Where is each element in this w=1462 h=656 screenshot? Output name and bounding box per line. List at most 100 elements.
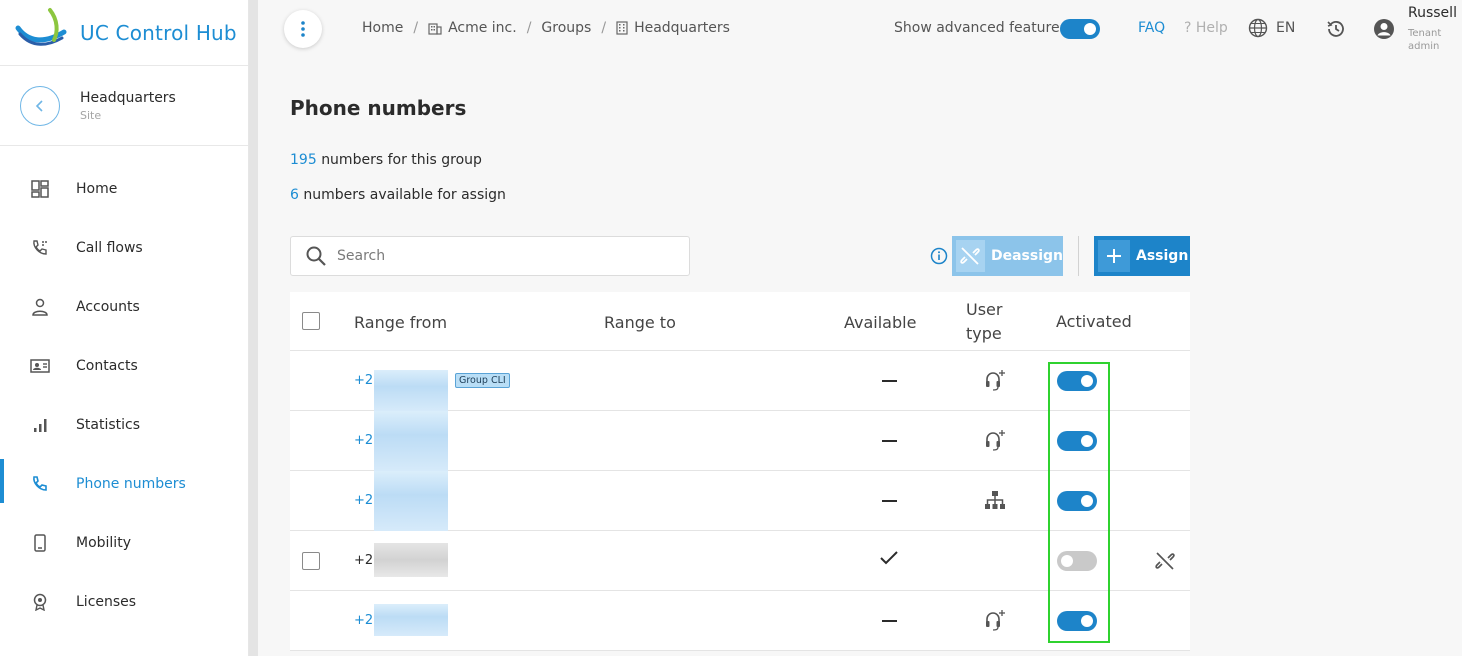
history-button[interactable] (1325, 18, 1347, 44)
breadcrumb-separator: / (526, 20, 532, 36)
toolbar-divider (1078, 236, 1079, 276)
group-count-value: 195 (290, 152, 317, 168)
assign-button[interactable]: Assign (1094, 236, 1190, 276)
app-logo-icon (15, 7, 67, 46)
column-range-to[interactable]: Range to (604, 313, 676, 332)
activated-toggle[interactable] (1057, 611, 1097, 631)
dashboard-icon (30, 179, 50, 199)
breadcrumb-home[interactable]: Home (362, 20, 403, 36)
breadcrumb-site[interactable]: Headquarters (616, 20, 730, 36)
sidebar-item-home[interactable]: Home (0, 159, 249, 218)
row-checkbox[interactable] (302, 552, 320, 570)
table-row: +27 (290, 591, 1190, 651)
user-name: Russell N (1408, 5, 1462, 21)
redacted-number (374, 543, 448, 577)
column-user-type[interactable]: User (966, 300, 1002, 319)
sidebar-item-label: Contacts (76, 357, 138, 374)
more-menu-button[interactable] (284, 10, 322, 48)
table-row: +27 Group CLI (290, 351, 1190, 411)
page-title: Phone numbers (290, 96, 467, 120)
org-hierarchy-icon (984, 490, 1006, 514)
sidebar-item-label: Licenses (76, 593, 137, 610)
breadcrumb-tenant-label: Acme inc. (448, 20, 517, 36)
sidebar: UC Control Hub Headquarters Site Home Ca… (0, 0, 249, 656)
available-check-icon (879, 550, 899, 570)
info-icon (930, 247, 948, 265)
breadcrumb-groups[interactable]: Groups (541, 20, 591, 36)
user-role-line: admin (1408, 41, 1440, 52)
activated-toggle[interactable] (1057, 551, 1097, 571)
breadcrumb-separator: / (413, 20, 419, 36)
table-row: +27 (290, 471, 1190, 531)
sidebar-item-accounts[interactable]: Accounts (0, 277, 249, 336)
activated-toggle[interactable] (1057, 431, 1097, 451)
headset-add-icon (984, 428, 1006, 456)
user-menu-button[interactable] (1373, 18, 1395, 44)
not-available-dash (882, 380, 897, 382)
user-role-line: Tenant (1408, 28, 1442, 39)
brand[interactable]: UC Control Hub (0, 0, 248, 66)
deassign-button[interactable]: Deassign (952, 236, 1063, 276)
group-count-text: numbers for this group (321, 152, 482, 168)
advanced-features-toggle[interactable] (1060, 19, 1100, 39)
sidebar-item-contacts[interactable]: Contacts (0, 336, 249, 395)
mobile-icon (30, 533, 50, 553)
site-subtitle: Site (80, 108, 102, 122)
info-button[interactable] (930, 247, 948, 269)
history-icon (1327, 21, 1344, 37)
unlink-icon (956, 240, 985, 272)
not-available-dash (882, 440, 897, 442)
sidebar-item-phone-numbers[interactable]: Phone numbers (0, 454, 249, 513)
unlink-icon[interactable] (1154, 550, 1176, 576)
language-selector[interactable]: EN (1248, 18, 1295, 38)
group-count-stat: 195 numbers for this group (290, 152, 482, 168)
column-activated[interactable]: Activated (1056, 312, 1132, 331)
available-count-stat: 6 numbers available for assign (290, 187, 506, 203)
sidebar-item-label: Mobility (76, 534, 131, 551)
column-range-from[interactable]: Range from (354, 313, 447, 332)
available-count-value: 6 (290, 187, 299, 203)
sidebar-item-label: Accounts (76, 298, 140, 315)
breadcrumb-site-label: Headquarters (634, 20, 730, 36)
help-link[interactable]: ? Help (1184, 20, 1228, 36)
breadcrumb-tenant[interactable]: Acme inc. (428, 20, 517, 36)
globe-icon (1248, 18, 1268, 38)
select-all-checkbox[interactable] (302, 312, 320, 330)
account-circle-icon (1374, 19, 1394, 39)
redacted-number (374, 471, 448, 531)
sidebar-nav: Home Call flows Accounts Contacts Statis… (0, 159, 249, 631)
search-input[interactable] (337, 248, 637, 264)
headset-add-icon (984, 368, 1006, 396)
sidebar-divider (249, 0, 258, 656)
deassign-label: Deassign (990, 248, 1063, 264)
sidebar-item-call-flows[interactable]: Call flows (0, 218, 249, 277)
sidebar-item-mobility[interactable]: Mobility (0, 513, 249, 572)
sidebar-item-label: Statistics (76, 416, 140, 433)
table-row: +27 (290, 411, 1190, 471)
phone-icon (30, 474, 50, 494)
group-cli-badge: Group CLI (455, 373, 510, 388)
plus-icon (1098, 240, 1130, 272)
column-user-type-line2: type (966, 324, 1002, 343)
faq-link[interactable]: FAQ (1138, 20, 1165, 36)
activated-toggle[interactable] (1057, 491, 1097, 511)
badge-icon (30, 592, 50, 612)
sidebar-item-licenses[interactable]: Licenses (0, 572, 249, 631)
call-flow-icon (30, 238, 50, 258)
not-available-dash (882, 620, 897, 622)
activated-toggle[interactable] (1057, 371, 1097, 391)
person-icon (30, 297, 50, 317)
breadcrumb-separator: / (601, 20, 607, 36)
column-available[interactable]: Available (844, 313, 916, 332)
back-button[interactable] (20, 85, 60, 126)
search-box (290, 236, 690, 276)
chevron-left-icon (35, 99, 43, 112)
headset-add-icon (984, 608, 1006, 636)
sidebar-item-statistics[interactable]: Statistics (0, 395, 249, 454)
breadcrumb: Home / Acme inc. / Groups / Headquarters (362, 20, 730, 36)
redacted-number (374, 604, 448, 636)
site-header: Headquarters Site (0, 66, 248, 146)
user-role: Tenant admin (1408, 27, 1441, 53)
site-title: Headquarters (80, 89, 176, 106)
app-title: UC Control Hub (80, 20, 237, 45)
